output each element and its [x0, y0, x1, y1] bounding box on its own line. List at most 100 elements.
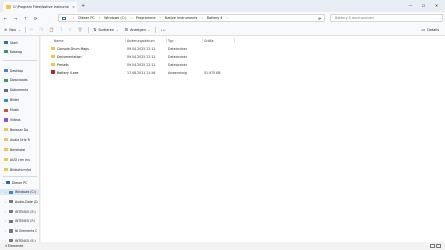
sidebar-tree-item[interactable]: › Windows (C:): [5, 190, 36, 195]
expand-chevron-icon[interactable]: ›: [5, 190, 8, 194]
explorer-tab[interactable]: C:\Program Files\Native Instrume ×: [3, 2, 77, 12]
sidebar-item-pinned[interactable]: Desktop: [4, 68, 23, 73]
navigation-bar: ← → ↑ ⟳ › Dieser PC › Windows (C:) › Pro…: [0, 12, 445, 24]
breadcrumb-separator: ›: [201, 16, 203, 20]
sidebar-item-label: Audio Urle R: [10, 137, 30, 142]
sidebar-item-pinned[interactable]: Dokumente: [4, 88, 28, 93]
folder-icon: [4, 167, 8, 172]
sidebar-item-label: Browser Do: [10, 127, 29, 132]
more-options-button[interactable]: •••: [161, 28, 166, 32]
rename-icon[interactable]: Ꞁ: [60, 27, 62, 32]
breadcrumb-programme[interactable]: Programme: [136, 16, 156, 20]
column-header-size[interactable]: Größe: [204, 39, 214, 43]
column-header-type[interactable]: Typ: [168, 39, 173, 43]
file-date: 09.04.2025 22:11: [127, 54, 156, 59]
sidebar-item-pinned[interactable]: AUD crm mu: [4, 157, 30, 162]
nav-item-start[interactable]: Start: [4, 40, 18, 45]
tiles-view-icon[interactable]: [436, 244, 441, 248]
sidebar-item-pinned[interactable]: Audio Urle R: [4, 137, 30, 142]
sidebar-item-pinned[interactable]: Bildschirmfot: [4, 167, 31, 172]
drive-icon: [9, 210, 13, 214]
file-row[interactable]: Documentation 09.04.2025 22:11 Dateiordner: [41, 53, 445, 60]
breadcrumb-battery-4[interactable]: Battery 4: [207, 16, 223, 20]
sidebar-item-label: AUD crm mu: [10, 157, 31, 162]
sidebar-item-pinned[interactable]: Bilder: [4, 98, 19, 103]
new-button[interactable]: ⊕ Neu ⌄: [4, 27, 21, 32]
expand-chevron-icon[interactable]: ›: [5, 229, 8, 233]
sidebar-item-pinned[interactable]: Bereitstel: [4, 147, 25, 152]
file-name: Console Drum Maps: [57, 46, 89, 51]
sidebar-tree-item[interactable]: › INTENSO (F:): [5, 219, 35, 224]
sidebar-item-label: Bildschirmfot: [10, 167, 31, 172]
refresh-button[interactable]: ⟳: [31, 14, 40, 23]
file-row[interactable]: Presets 09.04.2025 22:11 Dateiordner: [41, 61, 445, 68]
sidebar-tree-item[interactable]: › INTENSO (E:): [5, 209, 36, 214]
sidebar-item-label: Desktop: [10, 68, 24, 73]
folder-icon: [51, 62, 56, 67]
share-icon[interactable]: ⇪: [68, 27, 71, 32]
folder-icon: [4, 98, 8, 102]
nav-item-gallery[interactable]: Katalog: [4, 49, 22, 54]
plus-icon: ⊕: [4, 27, 8, 32]
status-bar: 4 Elemente: [0, 242, 445, 250]
file-name: Documentation: [57, 54, 82, 59]
computer-icon: [6, 180, 10, 185]
sidebar-item-pinned[interactable]: Musik: [4, 108, 19, 113]
sidebar-tree-item[interactable]: › Audio-Date (D: [5, 199, 38, 204]
breadcrumb-this-pc[interactable]: Dieser PC: [78, 16, 94, 20]
details-view-icon[interactable]: [430, 244, 435, 248]
expand-chevron-icon[interactable]: ›: [5, 210, 8, 214]
sidebar-item-pinned[interactable]: Videos: [4, 118, 21, 123]
delete-icon[interactable]: 🗑: [78, 27, 83, 32]
file-date: 09.04.2025 22:11: [127, 46, 156, 51]
minimize-button[interactable]: —: [404, 1, 417, 10]
copy-icon[interactable]: ❐: [39, 27, 43, 32]
application-icon: [51, 70, 56, 75]
breadcrumb-separator: ›: [98, 16, 101, 20]
breadcrumb-native-instruments[interactable]: Native Instruments: [165, 16, 197, 20]
sidebar-item-pinned[interactable]: Downloads: [4, 78, 28, 83]
back-button[interactable]: ←: [1, 14, 10, 23]
breadcrumb-windows-c[interactable]: Windows (C:): [104, 16, 126, 20]
view-button[interactable]: ☰ Anzeigen ⌄: [124, 27, 150, 32]
details-pane-icon: ▭: [421, 27, 426, 32]
maximize-button[interactable]: ☐: [417, 1, 430, 10]
title-bar: C:\Program Files\Native Instrume × + — ☐…: [0, 0, 445, 12]
details-button[interactable]: ▭ Details: [421, 27, 439, 32]
tab-close-icon[interactable]: ×: [72, 5, 75, 9]
folder-icon: [6, 5, 11, 9]
paste-icon[interactable]: 📋: [49, 27, 54, 32]
new-tab-button[interactable]: +: [81, 3, 85, 9]
file-row[interactable]: Battery 4.exe 17.08.2021 11:56 Anwendung 51…: [41, 69, 445, 76]
sidebar-item-pinned[interactable]: Browser Do: [4, 127, 28, 132]
navigation-pane: Start Katalog Desktop Downloads Dokumente B…: [0, 36, 40, 243]
cut-icon[interactable]: ✂: [30, 27, 33, 32]
folder-icon: [4, 158, 8, 162]
close-window-button[interactable]: ✕: [430, 1, 443, 10]
chevron-down-icon: ⌄: [115, 27, 119, 32]
search-input[interactable]: Battery 4 durchsuchen: [330, 14, 443, 22]
file-type: Dateiordner: [168, 46, 188, 51]
address-refresh-icon[interactable]: ⟳: [318, 16, 321, 21]
folder-icon: [4, 88, 8, 92]
expand-chevron-icon[interactable]: ⌄: [2, 181, 5, 185]
folder-icon: [4, 78, 8, 82]
file-row[interactable]: Console Drum Maps 09.04.2025 22:11 Dateior…: [41, 45, 445, 52]
sidebar-tree-label: Dieser PC: [12, 180, 28, 185]
up-button[interactable]: ↑: [21, 14, 30, 23]
column-header-name[interactable]: Name: [54, 39, 63, 43]
address-bar[interactable]: › Dieser PC › Windows (C:) › Programme ›…: [58, 14, 325, 22]
folder-icon: [51, 54, 56, 59]
sort-label: Sortieren: [98, 27, 114, 32]
expand-chevron-icon[interactable]: ›: [5, 219, 8, 223]
sidebar-tree-item[interactable]: ⌄ Dieser PC: [2, 180, 27, 185]
sort-button[interactable]: ⇅ Sortieren ⌄: [93, 27, 118, 32]
file-date: 09.04.2025 22:11: [127, 62, 156, 67]
expand-chevron-icon[interactable]: ›: [5, 200, 8, 204]
file-size: 51.975 KB: [204, 70, 221, 75]
sidebar-item-label: Videos: [10, 118, 21, 122]
sidebar-item-label: Bilder: [10, 98, 20, 103]
forward-button[interactable]: →: [11, 14, 20, 23]
sidebar-tree-item[interactable]: › NI Elements C: [5, 229, 37, 234]
column-header-date[interactable]: Änderungsdatum: [127, 39, 155, 43]
